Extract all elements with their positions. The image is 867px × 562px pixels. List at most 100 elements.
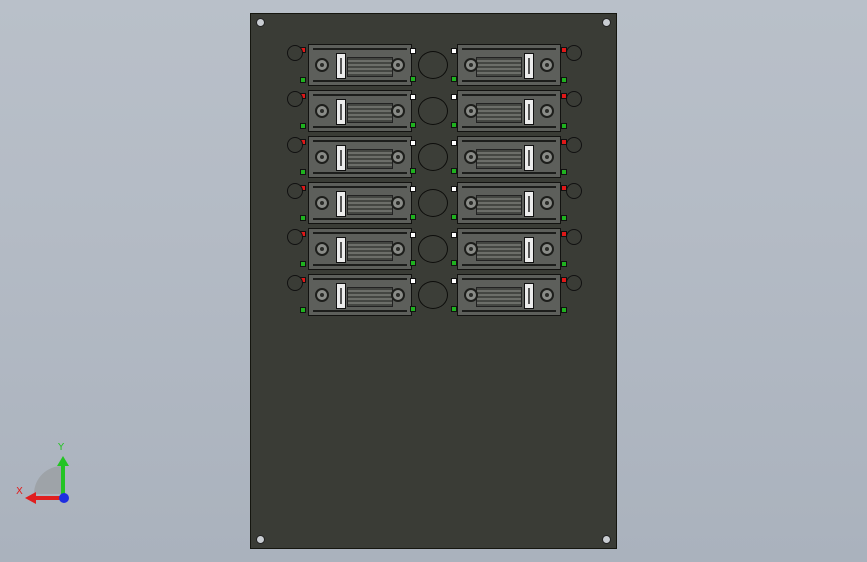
terminal-green: [300, 77, 306, 83]
relay-contact-window: [336, 283, 346, 309]
relay-screw: [391, 288, 405, 302]
relay-edge: [313, 48, 407, 50]
center-cutout: [418, 189, 448, 217]
relay-module[interactable]: [308, 44, 412, 86]
relay-edge: [313, 80, 407, 82]
terminal-green: [300, 307, 306, 313]
relay-module[interactable]: [308, 274, 412, 316]
relay-contact-window: [336, 145, 346, 171]
relay-screw: [315, 196, 329, 210]
terminal-green: [451, 76, 457, 82]
relay-edge: [462, 310, 556, 312]
relay-screw: [540, 104, 554, 118]
relay-screw: [315, 104, 329, 118]
relay-coil-ribs: [347, 103, 393, 123]
relay-contact-window: [524, 237, 534, 263]
terminal-green: [451, 168, 457, 174]
terminal-white: [410, 48, 416, 54]
relay-module[interactable]: [308, 136, 412, 178]
relay-module[interactable]: [457, 136, 561, 178]
side-bracket: [566, 229, 582, 245]
relay-coil-ribs: [476, 149, 522, 169]
relay-edge: [462, 264, 556, 266]
terminal-white: [410, 94, 416, 100]
side-bracket: [287, 275, 303, 291]
terminal-green: [561, 261, 567, 267]
center-cutout: [418, 51, 448, 79]
relay-contact-window: [336, 99, 346, 125]
side-bracket: [287, 137, 303, 153]
terminal-green: [410, 260, 416, 266]
terminal-green: [300, 215, 306, 221]
terminal-green: [451, 306, 457, 312]
y-axis-label: Y: [58, 442, 65, 453]
relay-contact-window: [524, 191, 534, 217]
relay-contact-window: [336, 53, 346, 79]
terminal-white: [451, 186, 457, 192]
side-bracket: [566, 137, 582, 153]
side-bracket: [287, 91, 303, 107]
mounting-panel[interactable]: [250, 13, 617, 549]
relay-coil-ribs: [347, 287, 393, 307]
terminal-white: [451, 232, 457, 238]
relay-screw: [464, 150, 478, 164]
relay-screw: [540, 58, 554, 72]
relay-edge: [313, 172, 407, 174]
relay-coil-ribs: [476, 103, 522, 123]
cad-viewport[interactable]: X Y: [0, 0, 867, 562]
relay-contact-window: [524, 53, 534, 79]
side-bracket: [287, 45, 303, 61]
relay-module[interactable]: [457, 228, 561, 270]
terminal-white: [451, 48, 457, 54]
axis-triad-graphic: [25, 456, 69, 504]
relay-edge: [462, 48, 556, 50]
side-bracket: [287, 183, 303, 199]
relay-contact-window: [524, 145, 534, 171]
relay-screw: [464, 104, 478, 118]
relay-module[interactable]: [457, 182, 561, 224]
relay-edge: [462, 126, 556, 128]
relay-module[interactable]: [308, 228, 412, 270]
relay-screw: [315, 150, 329, 164]
relay-edge: [313, 278, 407, 280]
terminal-white: [451, 140, 457, 146]
relay-screw: [540, 150, 554, 164]
relay-screw: [464, 58, 478, 72]
center-cutout: [418, 281, 448, 309]
side-bracket: [566, 45, 582, 61]
relay-coil-ribs: [476, 57, 522, 77]
side-bracket: [287, 229, 303, 245]
relay-screw: [464, 288, 478, 302]
terminal-green: [300, 261, 306, 267]
relay-screw: [464, 242, 478, 256]
relay-edge: [462, 80, 556, 82]
relay-module[interactable]: [457, 274, 561, 316]
terminal-green: [561, 307, 567, 313]
y-axis-arrow-head: [57, 456, 69, 466]
relay-coil-ribs: [347, 195, 393, 215]
mounting-hole-top-left: [256, 18, 265, 27]
relay-screw: [315, 288, 329, 302]
terminal-white: [451, 94, 457, 100]
mounting-hole-bottom-right: [602, 535, 611, 544]
terminal-green: [451, 260, 457, 266]
relay-module[interactable]: [308, 90, 412, 132]
relay-contact-window: [524, 283, 534, 309]
side-bracket: [566, 91, 582, 107]
relay-screw: [391, 150, 405, 164]
relay-contact-window: [336, 191, 346, 217]
terminal-green: [410, 76, 416, 82]
center-cutout: [418, 97, 448, 125]
center-cutout: [418, 235, 448, 263]
relay-module[interactable]: [457, 90, 561, 132]
relay-edge: [313, 264, 407, 266]
relay-edge: [313, 94, 407, 96]
center-cutout: [418, 143, 448, 171]
relay-screw: [315, 242, 329, 256]
relay-module[interactable]: [308, 182, 412, 224]
terminal-green: [410, 122, 416, 128]
terminal-green: [561, 77, 567, 83]
relay-edge: [462, 232, 556, 234]
terminal-white: [410, 278, 416, 284]
relay-module[interactable]: [457, 44, 561, 86]
